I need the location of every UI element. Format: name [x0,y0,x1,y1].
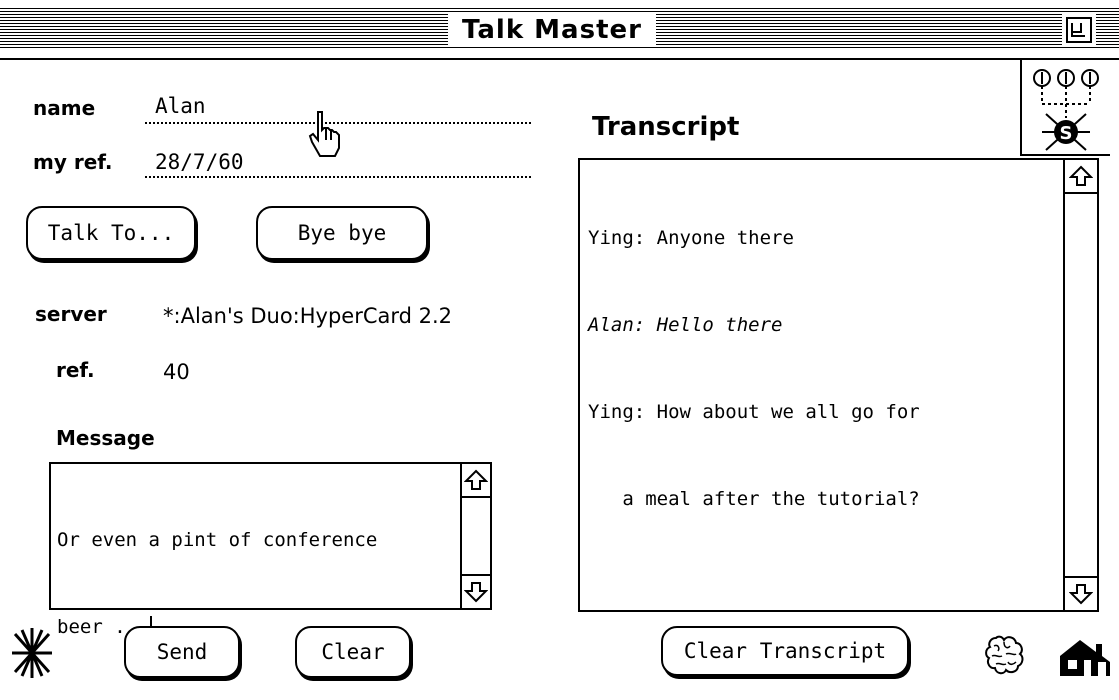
send-button[interactable]: Send [124,626,240,678]
scroll-down-arrow-icon[interactable] [1065,576,1097,610]
server-status-button[interactable]: S [1020,58,1110,156]
starburst-icon[interactable] [10,624,54,682]
hand-pointer-icon [308,111,340,157]
transcript-scrollbar[interactable] [1063,160,1097,610]
message-scrollbar[interactable] [460,464,490,608]
brain-icon[interactable] [982,632,1026,678]
server-ref-value: 40 [163,360,190,384]
server-ref-label: ref. [56,358,95,382]
scroll-up-arrow-icon[interactable] [1065,160,1097,194]
svg-text:S: S [1060,123,1073,144]
name-value: Alan [155,94,206,118]
home-icon[interactable] [1058,636,1112,678]
transcript-field[interactable]: Ying: Anyone there Alan: Hello there Yin… [578,158,1099,612]
bye-bye-button[interactable]: Bye bye [256,206,428,260]
transcript-line: Ying: Anyone there [588,227,794,249]
scroll-down-arrow-icon[interactable] [462,574,490,608]
message-line: Or even a pint of conference [57,529,378,551]
message-field[interactable]: Or even a pint of conference beer ...​ [49,462,492,638]
transcript-line: Alan: Hello there [588,314,783,336]
window-title: Talk Master [448,14,656,46]
server-label: server [35,302,107,326]
transcript-line: a meal after the tutorial? [588,488,920,510]
scroll-up-arrow-icon[interactable] [462,464,490,498]
talk-to-button[interactable]: Talk To... [26,206,196,260]
transcript-text: Ying: Anyone there Alan: Hello there Yin… [588,166,920,572]
transcript-label: Transcript [592,112,740,142]
name-label: name [33,96,96,120]
my-ref-value: 28/7/60 [155,150,244,174]
message-label: Message [56,426,155,450]
my-ref-label: my ref. [33,150,113,174]
clear-button[interactable]: Clear [295,626,411,678]
transcript-line: Ying: How about we all go for [588,401,920,423]
zoom-box-button[interactable] [1066,17,1092,43]
server-network-icon: S [1033,69,1099,151]
zoom-icon [1071,23,1085,37]
clear-transcript-button[interactable]: Clear Transcript [661,626,909,676]
server-value: *:Alan's Duo:HyperCard 2.2 [163,304,453,328]
